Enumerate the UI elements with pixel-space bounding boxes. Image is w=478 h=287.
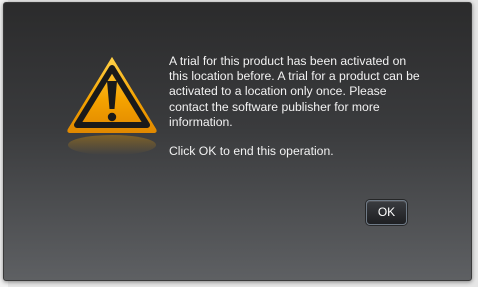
alert-message: A trial for this product has been activa… [169, 54, 424, 173]
alert-message-body: A trial for this product has been activa… [169, 54, 420, 129]
alert-instruction: Click OK to end this operation. [169, 144, 334, 159]
trial-alert-dialog: A trial for this product has been activa… [3, 2, 472, 281]
warning-triangle-icon [67, 57, 157, 155]
ok-button[interactable]: OK [366, 200, 407, 225]
